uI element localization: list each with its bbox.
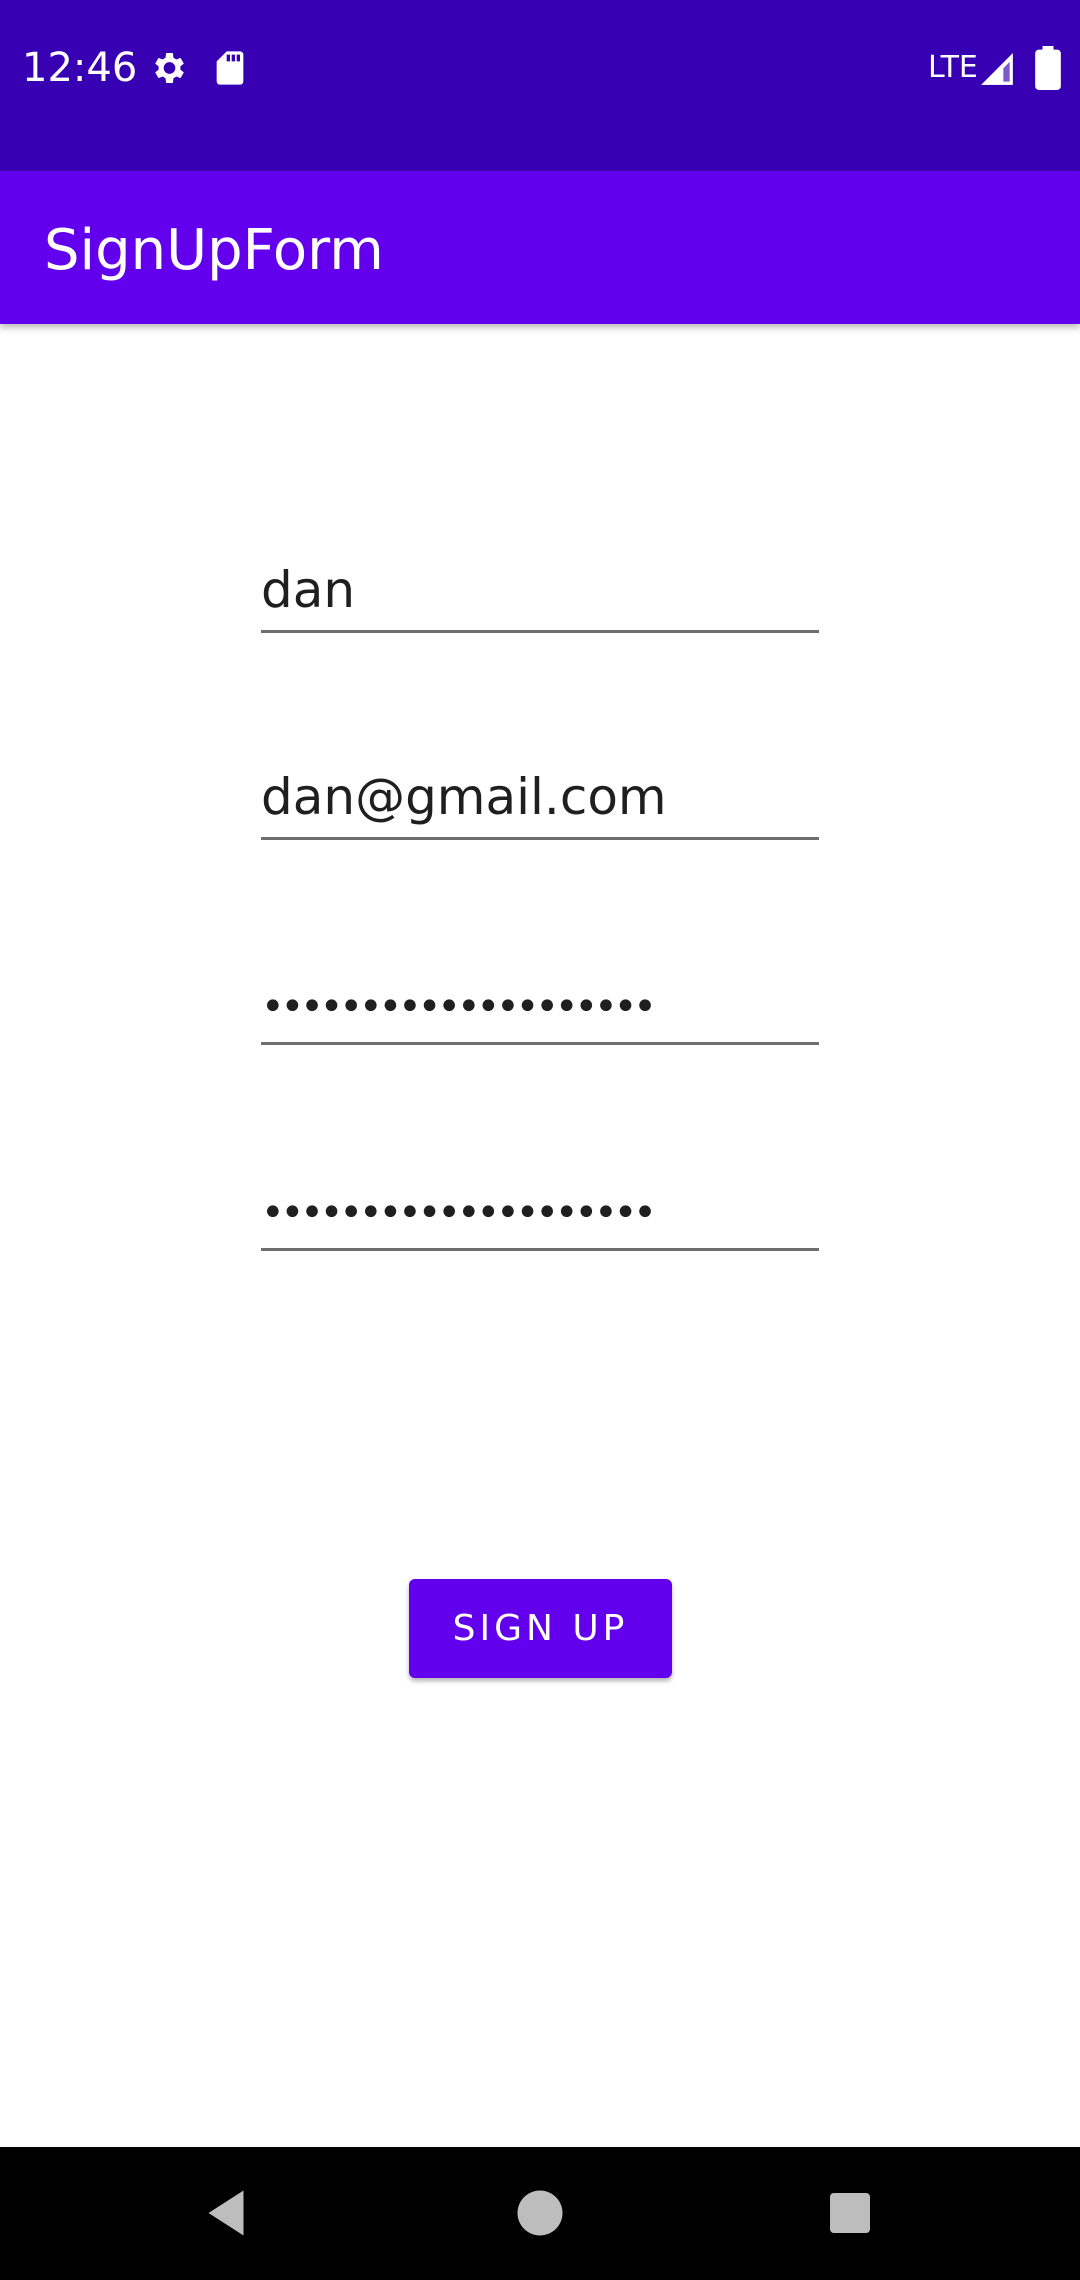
- screen: 12:46 LTE SignUpForm dan dan@gmail.com •…: [0, 0, 1080, 2280]
- sign-up-button[interactable]: SIGN UP: [409, 1579, 672, 1678]
- status-time: 12:46: [22, 45, 138, 91]
- confirm-password-field[interactable]: ••••••••••••••••••••: [261, 1161, 819, 1251]
- navigation-bar: [0, 2147, 1080, 2280]
- home-icon[interactable]: [510, 2183, 570, 2243]
- recents-icon[interactable]: [820, 2183, 880, 2243]
- network-type: LTE: [928, 50, 978, 85]
- sd-card-icon: [210, 48, 250, 88]
- name-field[interactable]: dan: [261, 543, 819, 633]
- signal-icon: [978, 50, 1016, 88]
- battery-icon: [1034, 46, 1062, 90]
- password-field[interactable]: ••••••••••••••••••••: [261, 955, 819, 1045]
- confirm-password-field-value: ••••••••••••••••••••: [261, 1190, 657, 1236]
- email-field[interactable]: dan@gmail.com: [261, 750, 819, 840]
- settings-icon: [148, 48, 188, 88]
- status-bar: 12:46 LTE: [0, 0, 1080, 171]
- back-icon[interactable]: [196, 2183, 256, 2243]
- email-field-value: dan@gmail.com: [261, 768, 667, 826]
- name-field-value: dan: [261, 561, 356, 619]
- password-field-value: ••••••••••••••••••••: [261, 984, 657, 1030]
- app-bar: SignUpForm: [0, 171, 1080, 324]
- app-title: SignUpForm: [44, 218, 384, 283]
